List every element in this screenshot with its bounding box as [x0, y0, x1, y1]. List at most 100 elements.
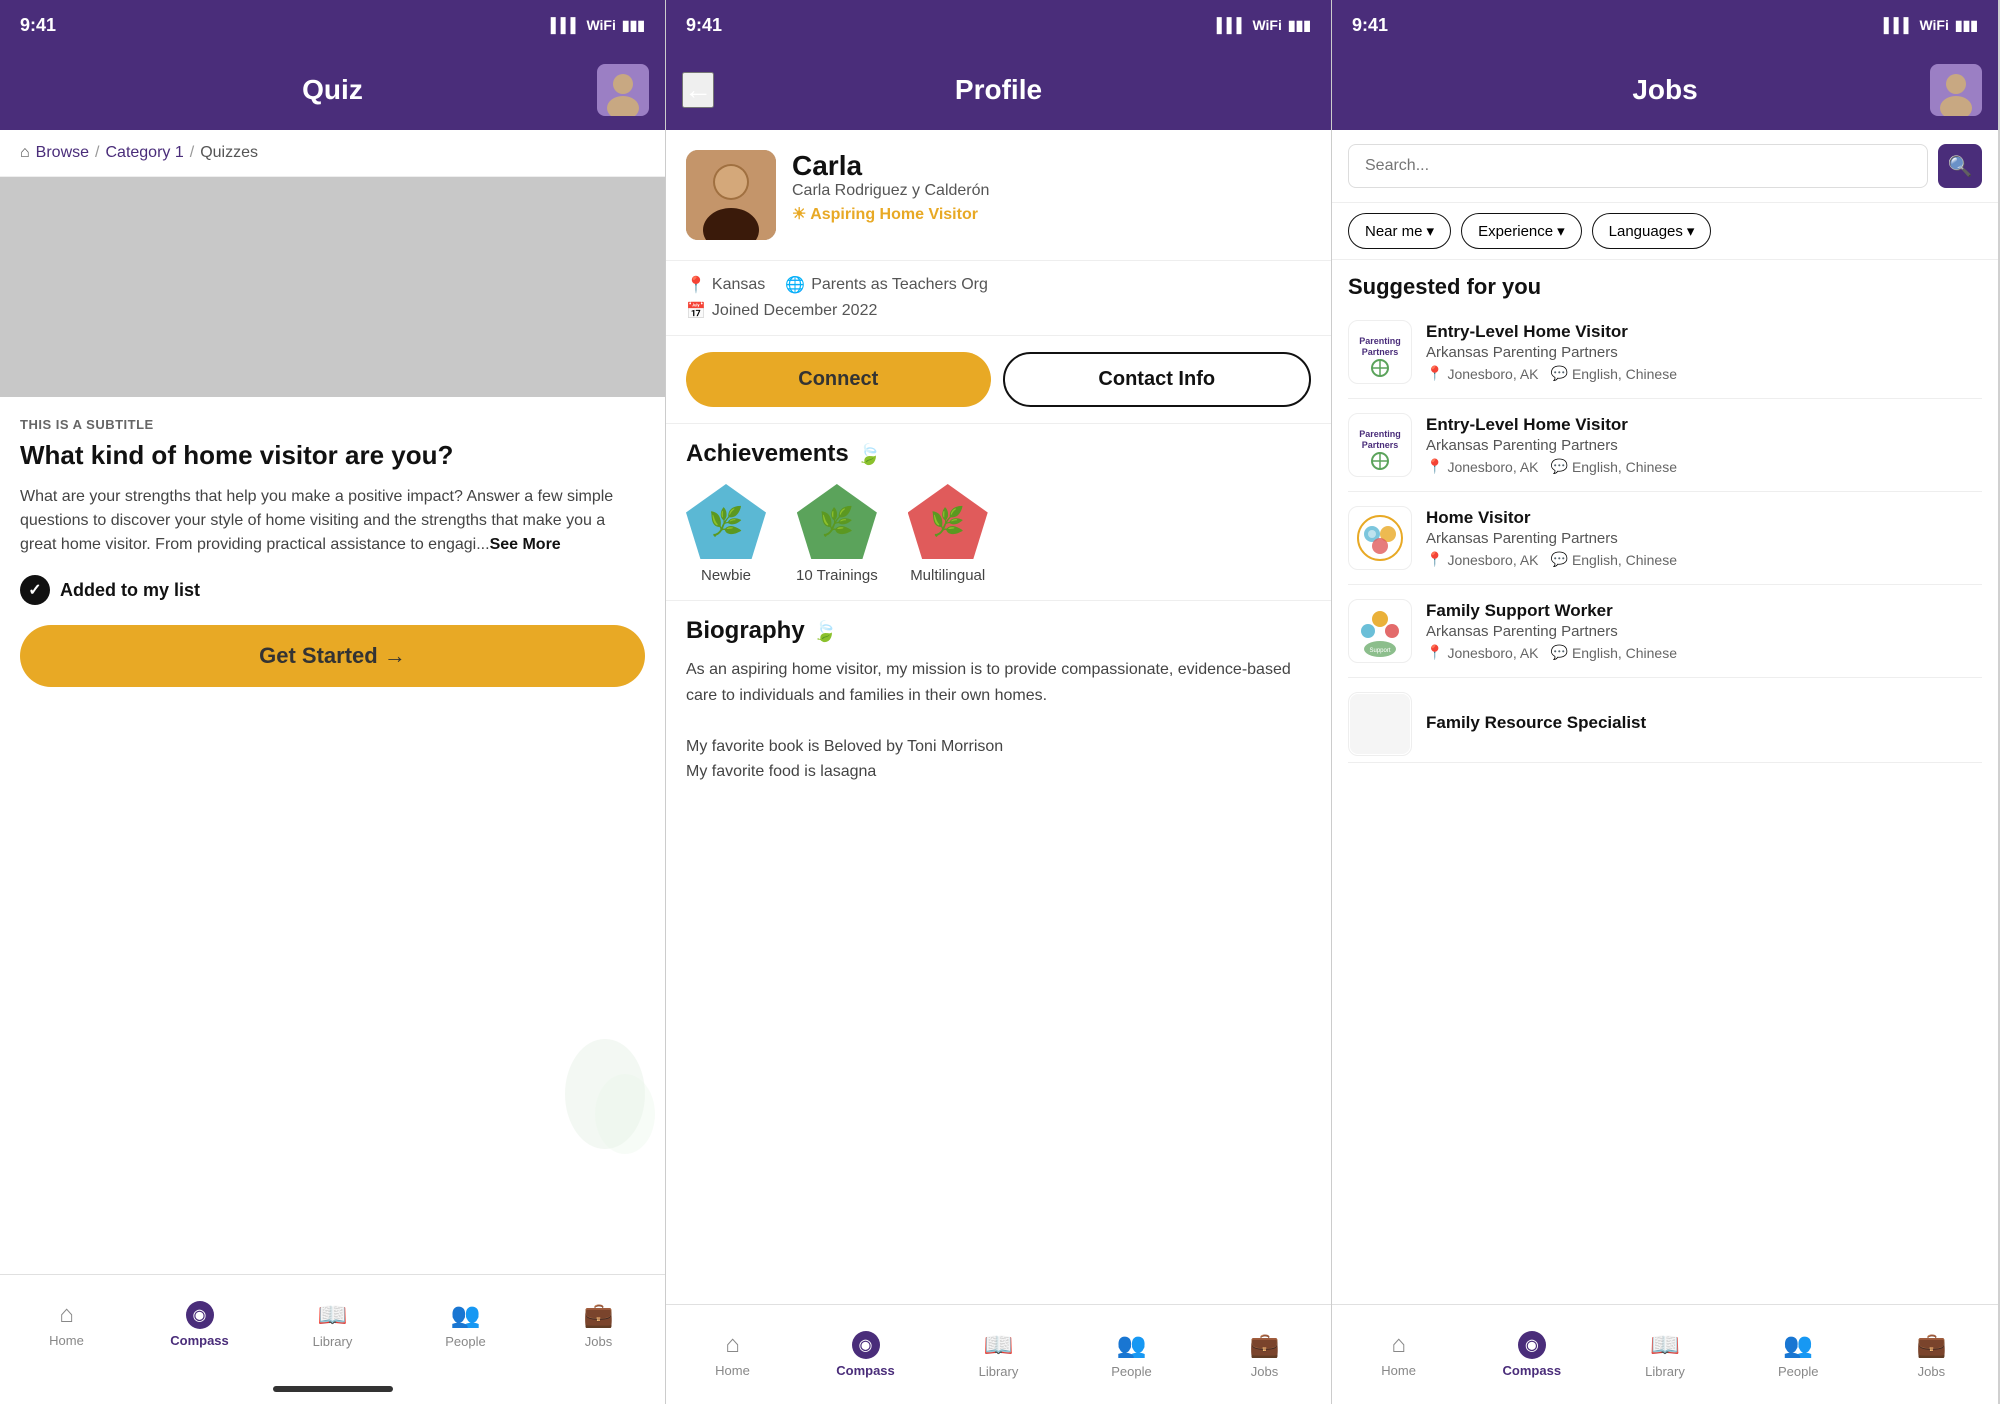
location-meta: 📍 Kansas [686, 275, 765, 295]
job-languages-3: 💬 English, Chinese [1551, 551, 1678, 568]
nav-people-profile[interactable]: 👥 People [1065, 1323, 1198, 1387]
location-icon-j3: 📍 [1426, 551, 1443, 568]
job-card-1[interactable]: Parenting Partners Entry-Level Home Visi… [1348, 306, 1982, 399]
home-icon: ⌂ [59, 1301, 74, 1329]
job-meta-2: 📍 Jonesboro, AK 💬 English, Chinese [1426, 458, 1982, 475]
header-avatar[interactable] [597, 64, 649, 116]
nav-home-quiz[interactable]: ⌂ Home [0, 1293, 133, 1356]
status-time-jobs: 9:41 [1352, 15, 1388, 36]
sun-icon: ☀ [792, 206, 810, 223]
nav-people-jobs[interactable]: 👥 People [1732, 1323, 1865, 1387]
home-icon-p: ⌂ [725, 1331, 740, 1359]
search-button[interactable]: 🔍 [1938, 144, 1982, 188]
nav-home-profile[interactable]: ⌂ Home [666, 1323, 799, 1386]
quiz-header-title: Quiz [302, 74, 363, 106]
profile-screen: 9:41 ▌▌▌ WiFi ▮▮▮ ← Profile [666, 0, 1332, 1404]
people-icon-j: 👥 [1783, 1331, 1813, 1360]
profile-avatar [686, 150, 776, 240]
job-card-5[interactable]: Family Resource Specialist [1348, 678, 1982, 763]
job-info-2: Entry-Level Home Visitor Arkansas Parent… [1426, 415, 1982, 475]
job-card-4[interactable]: Support Family Support Worker Arkansas P… [1348, 585, 1982, 678]
profile-meta-row-1: 📍 Kansas 🌐 Parents as Teachers Org [686, 275, 1311, 295]
nav-compass-quiz[interactable]: ◉ Compass [133, 1293, 266, 1356]
check-icon: ✓ [20, 575, 50, 605]
nav-people-label: People [445, 1334, 485, 1349]
jobs-screen: 9:41 ▌▌▌ WiFi ▮▮▮ Jobs [1332, 0, 1998, 1404]
quiz-subtitle: THIS IS A SUBTITLE [20, 417, 645, 432]
nav-home-jobs[interactable]: ⌂ Home [1332, 1323, 1465, 1386]
wifi-icon: WiFi [586, 17, 615, 33]
nav-library-label: Library [313, 1334, 353, 1349]
badge-multilingual-label: Multilingual [910, 567, 985, 584]
home-bar [273, 1386, 393, 1392]
job-meta-3: 📍 Jonesboro, AK 💬 English, Chinese [1426, 551, 1982, 568]
breadcrumb-category[interactable]: Category 1 [105, 144, 183, 162]
status-icons-quiz: ▌▌▌ WiFi ▮▮▮ [551, 17, 645, 34]
status-time-quiz: 9:41 [20, 15, 56, 36]
nav-people-label-j: People [1778, 1364, 1818, 1379]
battery-icon: ▮▮▮ [622, 17, 645, 34]
job-title-2: Entry-Level Home Visitor [1426, 415, 1982, 435]
badge-multilingual-icon: 🌿 [930, 505, 965, 538]
speech-icon-j4: 💬 [1551, 644, 1568, 661]
job-location-3: 📍 Jonesboro, AK [1426, 551, 1539, 568]
connect-button[interactable]: Connect [686, 352, 991, 407]
bio-text: As an aspiring home visitor, my mission … [686, 657, 1311, 785]
see-more-link[interactable]: See More [490, 536, 561, 553]
status-bar-quiz: 9:41 ▌▌▌ WiFi ▮▮▮ [0, 0, 665, 50]
breadcrumb-sep-1: / [95, 144, 99, 162]
profile-meta: 📍 Kansas 🌐 Parents as Teachers Org 📅 Joi… [666, 261, 1331, 336]
jobs-list: Parenting Partners Entry-Level Home Visi… [1332, 306, 1998, 1304]
achievements-grid: 🌿 Newbie 🌿 10 Trainings 🌿 Multilingual [686, 484, 1311, 584]
job-company-2: Arkansas Parenting Partners [1426, 437, 1982, 454]
nav-jobs-label-j: Jobs [1918, 1364, 1945, 1379]
search-input[interactable] [1348, 144, 1928, 188]
location-icon-j1: 📍 [1426, 365, 1443, 382]
contact-info-button[interactable]: Contact Info [1003, 352, 1312, 407]
nav-jobs-quiz[interactable]: 💼 Jobs [532, 1293, 665, 1357]
quiz-screen: 9:41 ▌▌▌ WiFi ▮▮▮ Quiz ⌂ Browse [0, 0, 666, 1404]
job-company-1: Arkansas Parenting Partners [1426, 344, 1982, 361]
status-icons-jobs: ▌▌▌ WiFi ▮▮▮ [1884, 17, 1978, 34]
nav-compass-profile[interactable]: ◉ Compass [799, 1323, 932, 1386]
job-info-1: Entry-Level Home Visitor Arkansas Parent… [1426, 322, 1982, 382]
search-icon: 🔍 [1948, 154, 1973, 179]
svg-text:Support: Support [1369, 648, 1390, 654]
quiz-body: THIS IS A SUBTITLE What kind of home vis… [0, 397, 665, 1274]
people-icon: 👥 [451, 1301, 481, 1330]
nav-compass-jobs[interactable]: ◉ Compass [1465, 1323, 1598, 1386]
filter-experience[interactable]: Experience ▾ [1461, 213, 1582, 249]
jobs-header-avatar[interactable] [1930, 64, 1982, 116]
nav-jobs-jobs[interactable]: 💼 Jobs [1865, 1323, 1998, 1387]
job-info-3: Home Visitor Arkansas Parenting Partners… [1426, 508, 1982, 568]
nav-people-quiz[interactable]: 👥 People [399, 1293, 532, 1357]
achievement-newbie: 🌿 Newbie [686, 484, 766, 584]
nav-library-profile[interactable]: 📖 Library [932, 1323, 1065, 1387]
svg-text:Partners: Partners [1362, 347, 1399, 357]
back-button[interactable]: ← [682, 72, 714, 108]
jobs-header-title: Jobs [1632, 74, 1697, 106]
status-bar-profile: 9:41 ▌▌▌ WiFi ▮▮▮ [666, 0, 1331, 50]
nav-library-jobs[interactable]: 📖 Library [1598, 1323, 1731, 1387]
compass-icon: ◉ [186, 1301, 214, 1329]
filter-languages-dropdown: ▾ [1687, 222, 1695, 240]
achievement-multilingual: 🌿 Multilingual [908, 484, 988, 584]
profile-info: Carla Carla Rodriguez y Calderón ☀ Aspir… [792, 150, 1311, 224]
nav-library-quiz[interactable]: 📖 Library [266, 1293, 399, 1357]
job-card-3[interactable]: Home Visitor Arkansas Parenting Partners… [1348, 492, 1982, 585]
job-logo-1: Parenting Partners [1348, 320, 1412, 384]
nav-jobs-profile[interactable]: 💼 Jobs [1198, 1323, 1331, 1387]
job-title-1: Entry-Level Home Visitor [1426, 322, 1982, 342]
quiz-description: What are your strengths that help you ma… [20, 485, 645, 557]
job-meta-4: 📍 Jonesboro, AK 💬 English, Chinese [1426, 644, 1982, 661]
avatar-image [597, 64, 649, 116]
filter-near-me[interactable]: Near me ▾ [1348, 213, 1451, 249]
filter-languages[interactable]: Languages ▾ [1592, 213, 1712, 249]
breadcrumb-browse[interactable]: Browse [36, 144, 89, 162]
job-logo-3 [1348, 506, 1412, 570]
calendar-icon: 📅 [686, 301, 706, 321]
job-card-2[interactable]: Parenting Partners Entry-Level Home Visi… [1348, 399, 1982, 492]
get-started-button[interactable]: Get Started → [20, 625, 645, 687]
achievements-leaf-icon: 🍃 [857, 442, 882, 467]
job-meta-1: 📍 Jonesboro, AK 💬 English, Chinese [1426, 365, 1982, 382]
